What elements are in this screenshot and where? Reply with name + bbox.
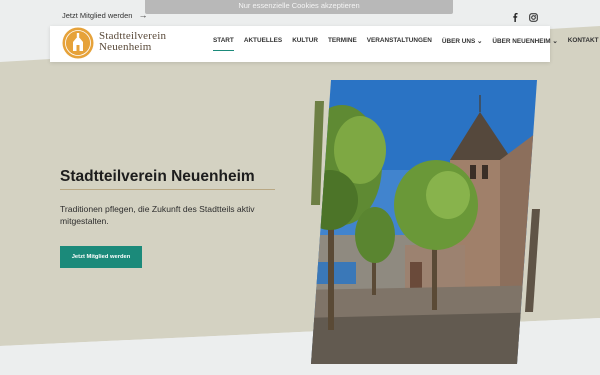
- hero-church-photo: [311, 80, 540, 364]
- photo-sliver-right: [525, 209, 540, 312]
- photo-sliver-left: [311, 101, 324, 205]
